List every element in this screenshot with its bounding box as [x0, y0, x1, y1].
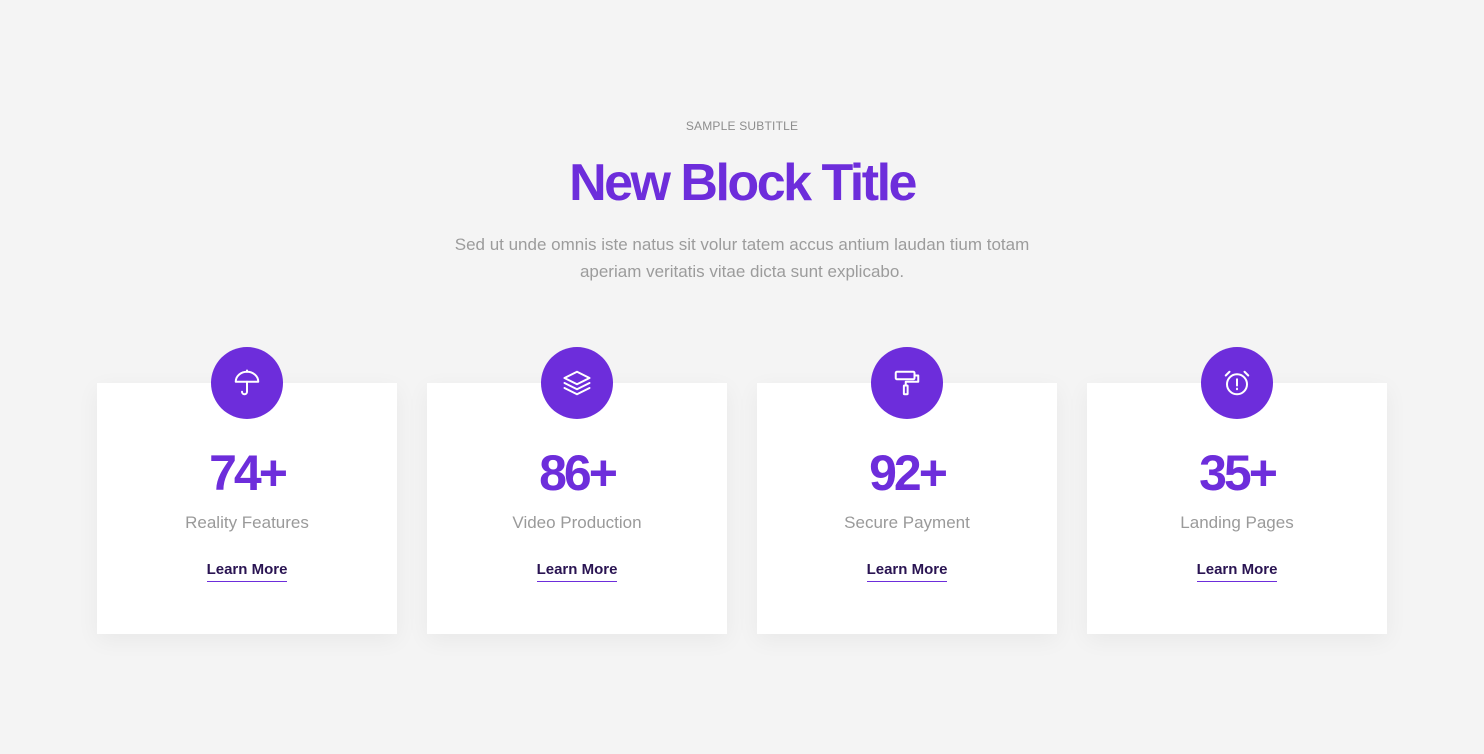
section-description: Sed ut unde omnis iste natus sit volur t… — [454, 235, 1030, 281]
stat-card-video-production: 86+ Video Production Learn More — [427, 347, 727, 634]
stat-number: 74+ — [209, 445, 288, 501]
stat-number: 35+ — [1199, 445, 1278, 501]
stat-label: Secure Payment — [844, 513, 970, 532]
stat-number: 86+ — [539, 445, 618, 501]
section-subtitle: SAMPLE SUBTITLE — [685, 119, 799, 133]
stat-label: Landing Pages — [1180, 513, 1294, 532]
stat-card-landing-pages: 35+ Landing Pages Learn More — [1087, 347, 1387, 634]
alarm-clock-icon — [1201, 347, 1273, 419]
stat-number: 92+ — [869, 445, 948, 501]
learn-more-link[interactable]: Learn More — [536, 560, 618, 582]
stat-label: Reality Features — [185, 513, 309, 532]
paint-roller-icon — [871, 347, 943, 419]
stat-card-secure-payment: 92+ Secure Payment Learn More — [757, 347, 1057, 634]
learn-more-link[interactable]: Learn More — [866, 560, 948, 582]
layers-icon — [541, 347, 613, 419]
section-title: New Block Title — [569, 154, 917, 212]
umbrella-icon — [211, 347, 283, 419]
learn-more-link[interactable]: Learn More — [206, 560, 288, 582]
stat-label: Video Production — [512, 513, 642, 532]
learn-more-link[interactable]: Learn More — [1196, 560, 1278, 582]
stat-card-reality-features: 74+ Reality Features Learn More — [97, 347, 397, 634]
